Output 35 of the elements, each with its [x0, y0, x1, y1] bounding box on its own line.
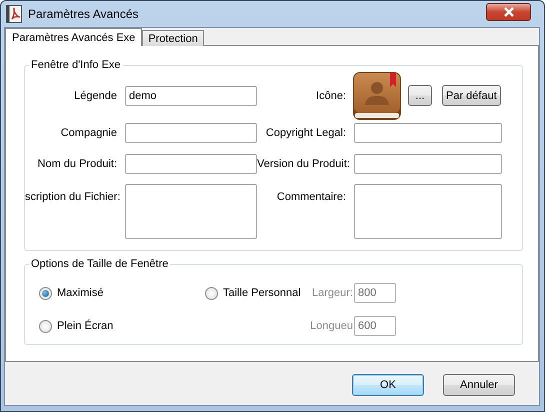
- input-field[interactable]: [125, 154, 257, 174]
- ok-button[interactable]: OK: [352, 374, 424, 396]
- text-area[interactable]: [354, 184, 502, 239]
- option-label[interactable]: Taille Personnal: [223, 287, 301, 299]
- field-label: scription du Fichier:: [25, 190, 122, 205]
- option-label[interactable]: Maximisé: [57, 287, 104, 299]
- field-label: Icône:: [315, 88, 347, 104]
- input-field[interactable]: [354, 123, 502, 143]
- field-label: Version du Produit:: [257, 157, 351, 172]
- field-label: Commentaire:: [276, 190, 347, 205]
- group-title: Options de Taille de Fenêtre: [29, 257, 170, 271]
- field-label: Largeur:: [311, 287, 354, 299]
- field-label: Longueu: [309, 320, 354, 332]
- field-label: Copyright Legal:: [264, 126, 347, 141]
- tab[interactable]: Paramètres Avancés Exe: [5, 28, 142, 46]
- default-button[interactable]: Par défaut: [442, 85, 501, 106]
- input-field[interactable]: demo: [125, 86, 257, 106]
- option-label[interactable]: Plein Écran: [57, 320, 114, 332]
- close-icon: [502, 7, 514, 17]
- field-label: Compagnie: [60, 126, 118, 141]
- address-book-icon: [352, 70, 402, 120]
- radio-button[interactable]: [205, 286, 218, 300]
- cancel-button[interactable]: Annuler: [443, 374, 515, 396]
- radio-button[interactable]: [39, 320, 52, 332]
- close-button[interactable]: [486, 3, 531, 21]
- document-icon: [6, 5, 22, 23]
- browse-button[interactable]: ...: [408, 85, 432, 106]
- field-label: Légende: [73, 88, 118, 104]
- field-label: Nom du Produit:: [36, 157, 118, 172]
- window-title: Paramètres Avancés: [28, 7, 140, 21]
- text-area[interactable]: [125, 184, 257, 239]
- input-field[interactable]: [354, 154, 502, 174]
- input-field[interactable]: [125, 123, 257, 143]
- tab[interactable]: Protection: [142, 30, 204, 46]
- radio-button[interactable]: [39, 286, 52, 300]
